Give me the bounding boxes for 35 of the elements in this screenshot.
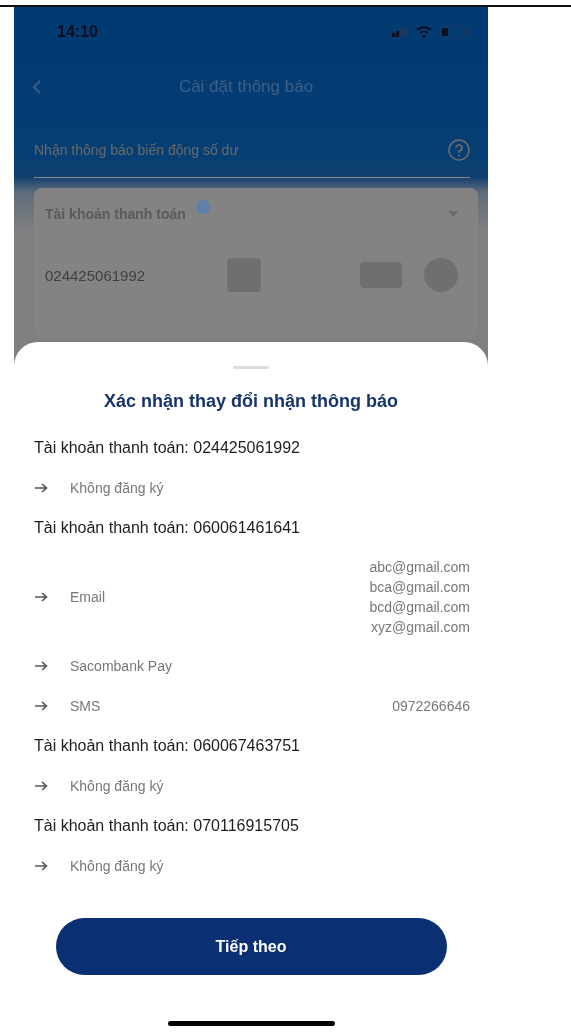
status-time: 14:10 (57, 23, 98, 41)
section-label: Nhận thông báo biến động số dư (34, 142, 239, 158)
account-label: Tài khoản thanh toán: 024425061992 (34, 438, 301, 458)
channel-value: xyz@gmail.com (371, 618, 470, 637)
account-label: Tài khoản thanh toán: 060067463751 (34, 736, 301, 756)
channel-value: bca@gmail.com (369, 578, 470, 597)
channel-label: Không đăng ký (70, 778, 165, 794)
next-button[interactable]: Tiếp theo (55, 918, 447, 975)
arrow-icon (34, 483, 48, 493)
arrow-icon (34, 701, 48, 711)
signal-icon (392, 27, 408, 37)
channel-value: bcd@gmail.com (369, 598, 470, 617)
channel-label: Sacombank Pay (70, 658, 173, 674)
battery-icon (440, 26, 468, 38)
wifi-icon (416, 26, 432, 38)
caret-icon[interactable] (448, 211, 458, 217)
back-icon[interactable] (32, 79, 42, 95)
help-icon[interactable] (448, 139, 470, 161)
arrow-icon (34, 592, 48, 602)
channel-label: Không đăng ký (70, 858, 165, 874)
account-label: Tài khoản thanh toán: 060061461641 (34, 518, 301, 538)
screen-title: Cài đặt thông báo (177, 77, 315, 97)
channel-value: 0972266646 (392, 697, 470, 716)
sheet-title: Xác nhận thay đổi nhận thông báo (103, 391, 399, 412)
drag-handle[interactable] (233, 366, 269, 369)
info-badge (195, 200, 210, 214)
account-number: 024425061992 (45, 266, 147, 284)
channel-label: SMS (70, 698, 102, 714)
arrow-icon (34, 661, 48, 671)
channel-label: Email (70, 589, 106, 605)
arrow-icon (34, 781, 48, 791)
channel-label: Không đăng ký (70, 480, 165, 496)
arrow-icon (34, 861, 48, 871)
account-label: Tài khoản thanh toán: 070116915705 (34, 816, 300, 836)
channel-value: abc@gmail.com (369, 558, 470, 577)
